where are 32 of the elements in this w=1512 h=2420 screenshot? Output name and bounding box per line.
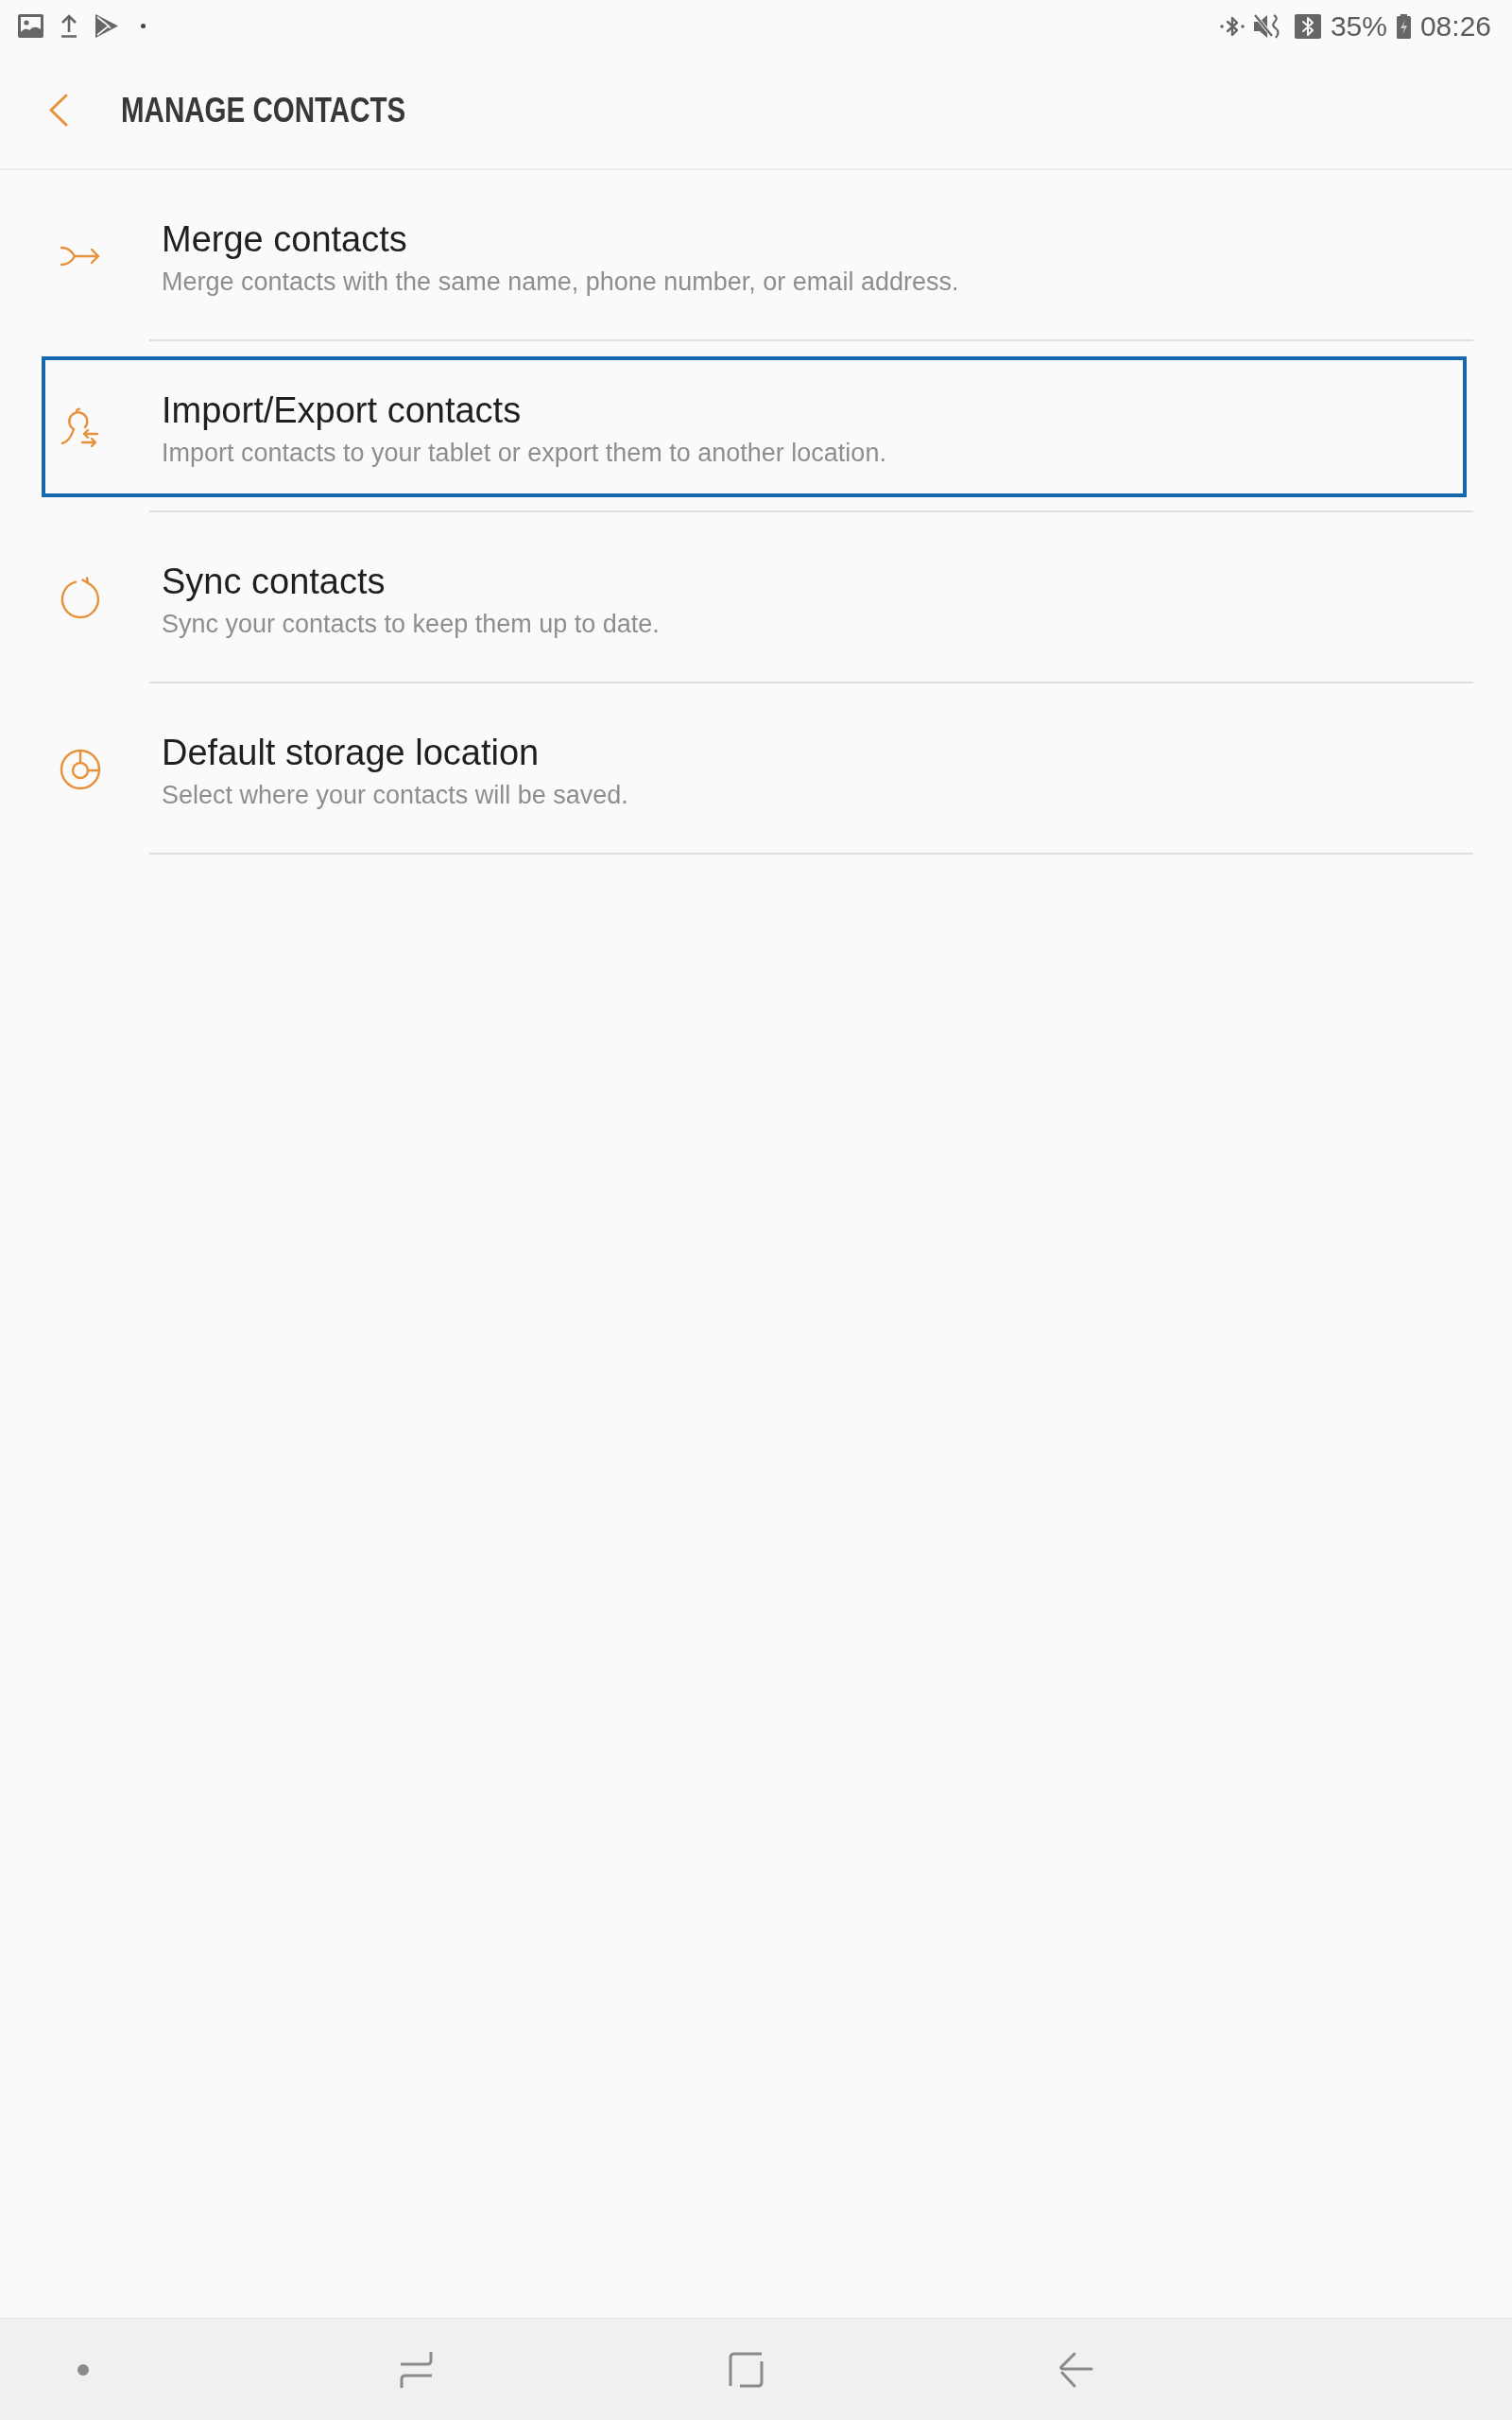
- home-icon[interactable]: [729, 2351, 764, 2388]
- menu-item[interactable]: Import/Export contacts Import contacts to your tablet or export them to another location.: [42, 356, 1467, 497]
- play-icon: [94, 14, 118, 38]
- back-icon[interactable]: [48, 94, 68, 127]
- battery-percent: 35%: [1330, 11, 1387, 41]
- merge-icon: [60, 245, 100, 267]
- image-icon: [18, 14, 43, 38]
- person-arrows-icon: [61, 406, 99, 447]
- item-subtitle: Import contacts to your tablet or export them to another location.: [162, 438, 886, 468]
- page-title: MANAGE CONTACTS: [121, 93, 406, 128]
- item-title: Import/Export contacts: [162, 389, 523, 431]
- bluetooth-icon: [1219, 14, 1245, 38]
- mute-icon: [1253, 13, 1281, 39]
- item-subtitle: Merge contacts with the same name, phone number, or email address.: [162, 267, 959, 297]
- status-time: 08:26: [1419, 11, 1491, 41]
- item-title: Default storage location: [162, 732, 541, 773]
- item-subtitle: Sync your contacts to keep them up to date.: [162, 609, 660, 639]
- recent-apps-icon[interactable]: [400, 2350, 433, 2389]
- item-title: Sync contacts: [162, 561, 387, 602]
- back-icon[interactable]: [1058, 2351, 1092, 2388]
- donut-chart-icon: [60, 748, 101, 790]
- notification-dot-icon: [141, 24, 146, 28]
- menu-item[interactable]: Sync contacts Sync your contacts to keep them up to date.: [42, 527, 1467, 668]
- menu-item[interactable]: Merge contacts Merge contacts with the same name, phone number, or email address.: [42, 185, 1467, 326]
- bluetooth-icon: [1294, 13, 1321, 39]
- item-subtitle: Select where your contacts will be saved.: [162, 780, 628, 810]
- battery-charging-icon: [1396, 13, 1411, 39]
- item-title: Merge contacts: [162, 218, 408, 260]
- nav-dot-icon[interactable]: [77, 2363, 89, 2376]
- sync-icon: [60, 577, 100, 619]
- menu-item[interactable]: Default storage location Select where your contacts will be saved.: [42, 699, 1467, 839]
- upload-icon: [60, 14, 77, 38]
